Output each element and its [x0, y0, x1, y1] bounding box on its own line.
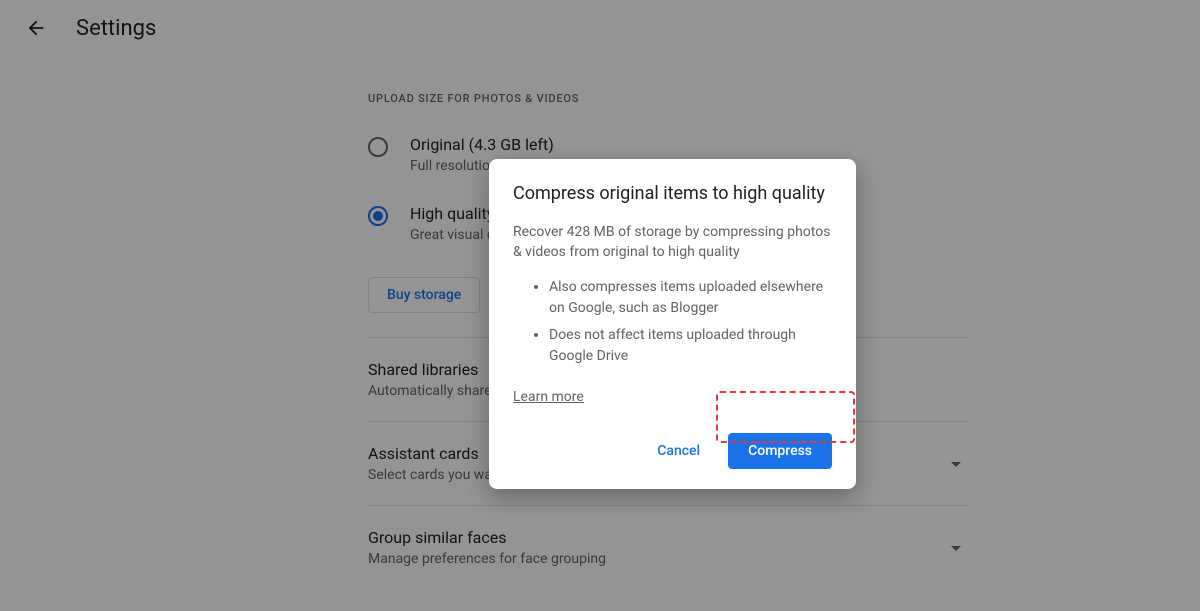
dialog-title: Compress original items to high quality: [513, 183, 832, 204]
compress-dialog: Compress original items to high quality …: [489, 159, 856, 489]
cancel-button[interactable]: Cancel: [647, 435, 710, 467]
dialog-bullet: Does not affect items uploaded through G…: [549, 325, 832, 367]
dialog-bullets: Also compresses items uploaded elsewhere…: [513, 277, 832, 367]
dialog-body: Recover 428 MB of storage by compressing…: [513, 222, 832, 263]
dialog-actions: Cancel Compress: [513, 433, 832, 477]
settings-page: Settings UPLOAD SIZE FOR PHOTOS & VIDEOS…: [0, 0, 1200, 611]
dialog-bullet: Also compresses items uploaded elsewhere…: [549, 277, 832, 319]
learn-more-link[interactable]: Learn more: [513, 389, 584, 405]
compress-button[interactable]: Compress: [728, 433, 832, 469]
